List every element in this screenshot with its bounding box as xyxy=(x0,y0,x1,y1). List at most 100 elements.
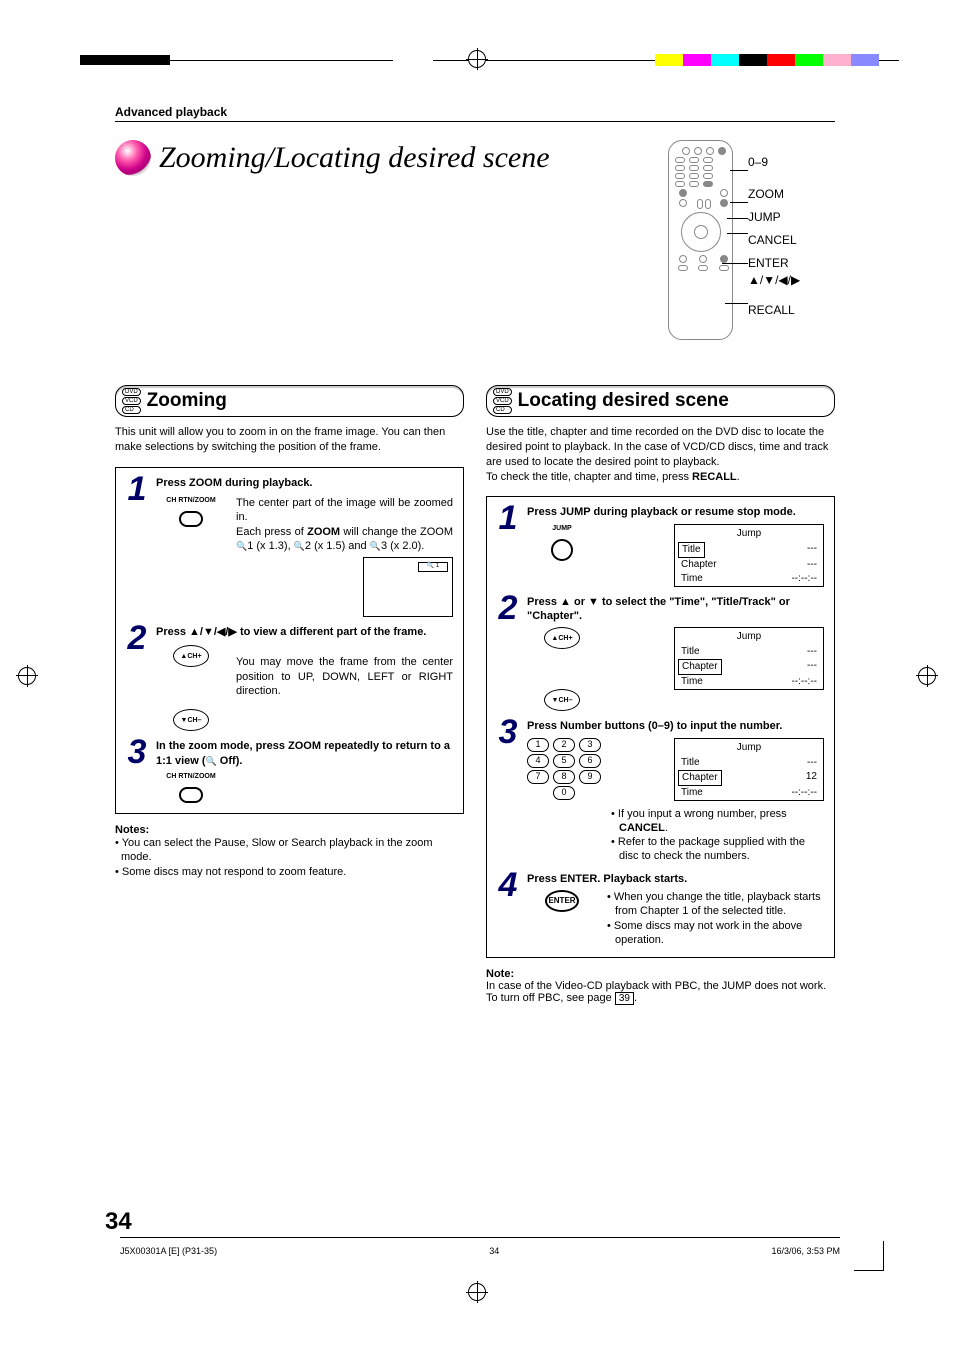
step-number: 2 xyxy=(126,625,148,731)
remote-labels: 0–9 ZOOM JUMP CANCEL ENTER ▲/▼/◀/▶ RECAL… xyxy=(748,156,800,327)
zooming-heading: DVD VCD CD Zooming xyxy=(115,385,464,417)
locating-heading: DVD VCD CD Locating desired scene xyxy=(486,385,835,417)
color-square xyxy=(655,54,683,66)
step-number: 1 xyxy=(126,476,148,617)
step-body: Press Number buttons (0–9) to input the … xyxy=(527,719,824,863)
registration-mark-icon xyxy=(468,50,486,68)
step-number: 3 xyxy=(497,719,519,863)
step-body: Press ▲ or ▼ to select the "Time", "Titl… xyxy=(527,595,824,712)
up-button-icon: ▲CH+ xyxy=(544,627,580,649)
registration-mark-icon xyxy=(18,667,36,685)
crop-mark-icon xyxy=(854,1241,884,1271)
note-text: In case of the Video-CD playback with PB… xyxy=(486,980,835,1005)
button-label: CH RTN/ZOOM xyxy=(166,496,215,505)
color-square xyxy=(711,54,739,66)
step-title: In the zoom mode, press ZOOM repeatedly … xyxy=(156,739,453,768)
step-body: Press ▲/▼/◀/▶ to view a different part o… xyxy=(156,625,453,731)
leader-line xyxy=(727,218,748,219)
color-square xyxy=(739,54,767,66)
down-button-icon: ▼CH– xyxy=(173,709,209,731)
down-button-icon: ▼CH– xyxy=(544,689,580,711)
icon-column: ▲CH+ ▼CH– xyxy=(527,627,597,711)
step-title: Press ▲/▼/◀/▶ to view a different part o… xyxy=(156,625,453,639)
black-bar xyxy=(80,55,170,65)
note-item: You can select the Pause, Slow or Search… xyxy=(115,836,464,865)
color-square xyxy=(683,54,711,66)
zoom-button-icon xyxy=(179,787,203,803)
subheading-text: Zooming xyxy=(147,390,227,412)
bullet-item: Refer to the package supplied with the d… xyxy=(611,835,824,864)
magnify-icon: 🔍 xyxy=(294,541,305,551)
icon-column: ENTER xyxy=(527,890,597,912)
footer-info: J5X00301A [E] (P31-35) 34 16/3/06, 3:53 … xyxy=(120,1246,840,1256)
icon-column: JUMP xyxy=(527,524,597,561)
step-body: Press ENTER. Playback starts. ENTER When… xyxy=(527,872,824,947)
vcd-badge: VCD xyxy=(493,397,512,405)
step: 3 Press Number buttons (0–9) to input th… xyxy=(497,719,824,863)
footer-rule xyxy=(120,1237,840,1238)
vcd-badge: VCD xyxy=(122,397,141,405)
remote-label: ZOOM xyxy=(748,188,800,200)
page-reference: 39 xyxy=(615,992,634,1005)
cd-badge: CD xyxy=(122,406,141,414)
footer-right: 16/3/06, 3:53 PM xyxy=(771,1246,840,1256)
notes-section: Notes: You can select the Pause, Slow or… xyxy=(115,824,464,879)
remote-label: 0–9 xyxy=(748,156,800,168)
leader-line xyxy=(722,263,748,264)
leader-line xyxy=(730,202,748,203)
button-label: JUMP xyxy=(552,524,571,533)
step-body: In the zoom mode, press ZOOM repeatedly … xyxy=(156,739,453,803)
leader-line xyxy=(727,233,748,234)
step: 1 Press JUMP during playback or resume s… xyxy=(497,505,824,586)
decorative-orb-icon xyxy=(115,140,151,176)
bullet-item: Some discs may not work in the above ope… xyxy=(607,919,824,948)
step: 2 Press ▲/▼/◀/▶ to view a different part… xyxy=(126,625,453,731)
leader-line xyxy=(730,170,748,171)
notes-title: Notes: xyxy=(115,824,464,836)
registration-mark-icon xyxy=(918,667,936,685)
jump-button-icon xyxy=(551,539,573,561)
step: 2 Press ▲ or ▼ to select the "Time", "Ti… xyxy=(497,595,824,712)
text-column: The center part of the image will be zoo… xyxy=(236,496,453,617)
icon-column: CH RTN/ZOOM xyxy=(156,496,226,617)
dvd-badge: DVD xyxy=(122,388,141,396)
screen-illustration: 🔍 1 xyxy=(363,557,453,617)
number-pad-icon: 123 456 789 0 xyxy=(527,738,601,800)
subheading-text: Locating desired scene xyxy=(518,390,729,412)
rule-line xyxy=(170,60,393,61)
step-number: 3 xyxy=(126,739,148,803)
enter-button-icon: ENTER xyxy=(545,890,579,912)
text-column: You may move the frame from the center p… xyxy=(236,645,453,731)
intro-text: Use the title, chapter and time recorded… xyxy=(486,425,835,484)
step-body: Press ZOOM during playback. CH RTN/ZOOM … xyxy=(156,476,453,617)
procedure-box: 1 Press JUMP during playback or resume s… xyxy=(486,496,835,958)
color-square xyxy=(767,54,795,66)
left-column: DVD VCD CD Zooming This unit will allow … xyxy=(115,385,464,1005)
step-content: CH RTN/ZOOM The center part of the image… xyxy=(156,496,453,617)
procedure-box: 1 Press ZOOM during playback. CH RTN/ZOO… xyxy=(115,467,464,814)
remote-label: ENTER xyxy=(748,257,800,269)
osd-display: Jump Title--- Chapter--- Time--:--:-- xyxy=(674,627,824,690)
footer-left: J5X00301A [E] (P31-35) xyxy=(120,1246,217,1256)
up-button-icon: ▲CH+ xyxy=(173,645,209,667)
page-title-text: Zooming/Locating desired scene xyxy=(159,141,550,175)
note-item: Some discs may not respond to zoom featu… xyxy=(115,865,464,879)
step-title: Press ZOOM during playback. xyxy=(156,476,453,490)
dvd-badge: DVD xyxy=(493,388,512,396)
bullets: When you change the title, playback star… xyxy=(607,890,824,947)
icon-column: ▲CH+ ▼CH– xyxy=(156,645,226,731)
color-registration-squares xyxy=(655,54,879,66)
color-square xyxy=(795,54,823,66)
step-title: Press JUMP during playback or resume sto… xyxy=(527,505,824,519)
disc-type-icons: DVD VCD CD xyxy=(493,388,512,414)
step-number: 2 xyxy=(497,595,519,712)
cd-badge: CD xyxy=(493,406,512,414)
footer-center: 34 xyxy=(489,1246,499,1256)
osd-display: Jump Title--- Chapter--- Time--:--:-- xyxy=(674,524,824,587)
step-title: Press ▲ or ▼ to select the "Time", "Titl… xyxy=(527,595,824,624)
right-column: DVD VCD CD Locating desired scene Use th… xyxy=(486,385,835,1005)
page-number: 34 xyxy=(105,1208,132,1236)
step-number: 4 xyxy=(497,872,519,947)
page: Advanced playback Zooming/Locating desir… xyxy=(0,0,954,1351)
step: 1 Press ZOOM during playback. CH RTN/ZOO… xyxy=(126,476,453,617)
